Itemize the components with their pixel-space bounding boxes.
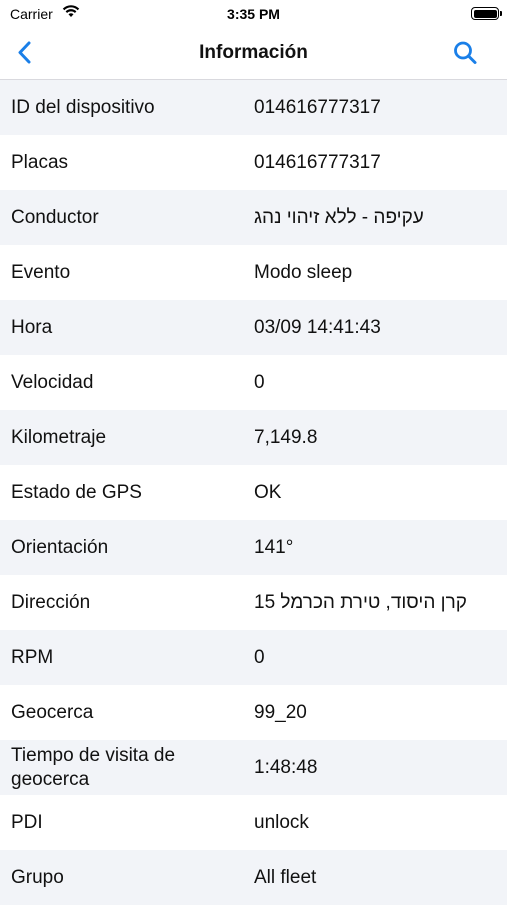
- row-value: All fleet: [254, 866, 317, 888]
- row-label: Tiempo de visita de geocerca: [11, 744, 176, 790]
- row-value: 014616777317: [254, 151, 381, 173]
- row-value: עקיפה - ללא זיהוי נהג: [254, 206, 424, 228]
- row-label: ID del dispositivo: [11, 96, 155, 118]
- row-value: 7,149.8: [254, 426, 318, 448]
- row-value: OK: [254, 481, 282, 503]
- row-label: PDI: [11, 811, 43, 833]
- info-list: ID del dispositivo 014616777317 Placas 0…: [0, 80, 507, 905]
- row-address: Dirección 15 קרן היסוד, טירת הכרמל: [0, 575, 507, 630]
- row-value: 99_20: [254, 701, 307, 723]
- row-plates: Placas 014616777317: [0, 135, 507, 190]
- row-value: 03/09 14:41:43: [254, 316, 381, 338]
- row-label: Estado de GPS: [11, 481, 142, 503]
- row-label: RPM: [11, 646, 54, 668]
- row-label: Evento: [11, 261, 71, 283]
- row-label: Hora: [11, 316, 53, 338]
- row-value: 0: [254, 371, 265, 393]
- row-group: Grupo All fleet: [0, 850, 507, 905]
- row-rpm: RPM 0: [0, 630, 507, 685]
- row-geofence-visit-time: Tiempo de visita de geocerca 1:48:48: [0, 740, 507, 795]
- row-label: Placas: [11, 151, 69, 173]
- row-value: 15 קרן היסוד, טירת הכרמל: [254, 591, 467, 613]
- row-value: unlock: [254, 811, 309, 833]
- search-icon: [454, 41, 477, 64]
- row-device-id: ID del dispositivo 014616777317: [0, 80, 507, 135]
- search-button[interactable]: [451, 38, 479, 68]
- row-speed: Velocidad 0: [0, 355, 507, 410]
- row-label: Velocidad: [11, 371, 94, 393]
- row-value: 1:48:48: [254, 756, 318, 778]
- row-value: Modo sleep: [254, 261, 353, 283]
- row-orientation: Orientación 141°: [0, 520, 507, 575]
- row-driver: Conductor עקיפה - ללא זיהוי נהג: [0, 190, 507, 245]
- row-event: Evento Modo sleep: [0, 245, 507, 300]
- row-value: 141°: [254, 536, 294, 558]
- battery-icon: [471, 7, 502, 20]
- row-label: Conductor: [11, 206, 99, 228]
- page-title: Información: [199, 42, 308, 63]
- status-time: 3:35 PM: [227, 6, 280, 22]
- navigation-bar: Información: [0, 28, 507, 80]
- row-geofence: Geocerca 99_20: [0, 685, 507, 740]
- row-mileage: Kilometraje 7,149.8: [0, 410, 507, 465]
- row-gps-status: Estado de GPS OK: [0, 465, 507, 520]
- row-poi: PDI unlock: [0, 795, 507, 850]
- row-label: Orientación: [11, 536, 109, 558]
- row-label: Dirección: [11, 591, 91, 613]
- row-label: Geocerca: [11, 701, 94, 723]
- status-bar: Carrier 3:35 PM: [0, 0, 507, 28]
- row-label: Grupo: [11, 866, 64, 888]
- row-value: 014616777317: [254, 96, 381, 118]
- row-label: Kilometraje: [11, 426, 107, 448]
- row-value: 0: [254, 646, 265, 668]
- row-time: Hora 03/09 14:41:43: [0, 300, 507, 355]
